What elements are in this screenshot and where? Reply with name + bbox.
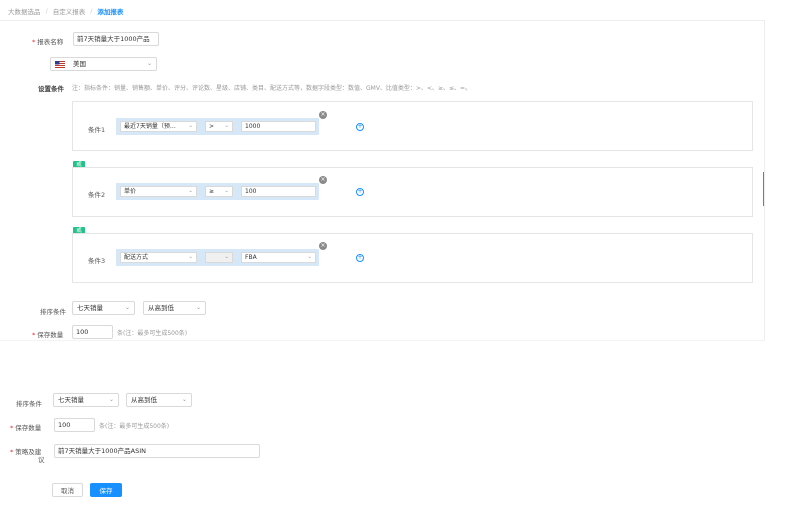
chevron-down-icon: ⌄ — [224, 123, 229, 129]
conditions-note: 注：指标条件：销量、销售额、单价、评分、评论数、星级、店铺、类目、配送方式等，数… — [72, 85, 472, 92]
lower-sort-order-select[interactable]: 从高到低 ⌄ — [126, 393, 192, 407]
marketplace-select[interactable]: 美国 ⌄ — [50, 57, 157, 71]
condition-2-operator-select[interactable]: ≥ ⌄ — [205, 186, 233, 197]
remove-condition-1-icon[interactable]: × — [319, 111, 327, 119]
save-count-note: 条(注：最多可生成500条) — [117, 330, 188, 337]
save-count-label: * 保存数量 — [32, 331, 64, 339]
breadcrumb-item-big-data[interactable]: 大数据选品 — [8, 6, 41, 16]
report-name-label: * 报表名称 — [32, 38, 64, 46]
condition-1-operator-select[interactable]: > ⌄ — [205, 121, 233, 132]
breadcrumb: 大数据选品 / 自定义报表 / 添加报表 — [8, 5, 123, 17]
breadcrumb-separator: / — [90, 7, 93, 15]
condition-2-label: 条件2 — [88, 191, 106, 199]
chevron-down-icon: ⌄ — [108, 396, 114, 403]
marketplace-value: 美国 — [73, 60, 86, 68]
breadcrumb-item-custom-report[interactable]: 自定义报表 — [53, 6, 86, 16]
chevron-down-icon: ⌄ — [181, 396, 187, 403]
breadcrumb-item-add-report: 添加报表 — [97, 8, 124, 16]
lower-sort-label: 排序条件 — [16, 400, 42, 408]
strategy-input[interactable]: 前7天销量大于1000产品ASIN — [54, 444, 260, 458]
scroll-indicator — [763, 172, 764, 206]
condition-3-label: 条件3 — [88, 257, 106, 265]
lower-save-count-label: * 保存数量 — [10, 424, 42, 432]
add-condition-icon[interactable]: + — [356, 188, 364, 196]
chevron-down-icon: ⌄ — [307, 254, 312, 260]
lower-save-count-note: 条(注：最多可生成500条) — [99, 423, 170, 430]
remove-condition-3-icon[interactable]: × — [319, 242, 327, 250]
strategy-label: * 策略及建 议 — [10, 448, 45, 464]
header-divider — [0, 20, 765, 21]
condition-1-field-select[interactable]: 最近7天销量（预… ⌄ — [120, 121, 197, 132]
report-name-input[interactable]: 前7天销量大于1000产品 — [73, 32, 159, 46]
save-count-input[interactable]: 100 — [72, 325, 113, 339]
remove-condition-2-icon[interactable]: × — [319, 176, 327, 184]
chevron-down-icon: ⌄ — [124, 304, 130, 311]
lower-sort-field-select[interactable]: 七天销量 ⌄ — [53, 393, 119, 407]
condition-2-field-select[interactable]: 单价 ⌄ — [120, 186, 197, 197]
condition-1-value-input[interactable]: 1000 — [241, 121, 316, 132]
condition-3-operator-select: ⌄ — [205, 252, 233, 263]
add-condition-icon[interactable]: + — [356, 254, 364, 262]
breadcrumb-separator: / — [45, 7, 48, 15]
us-flag-icon — [55, 60, 65, 68]
panel-border-right — [764, 20, 765, 340]
chevron-down-icon: ⌄ — [224, 254, 229, 260]
lower-save-count-input[interactable]: 100 — [54, 418, 95, 432]
sort-order-select[interactable]: 从高到低 ⌄ — [143, 301, 206, 315]
add-condition-icon[interactable]: + — [356, 123, 364, 131]
condition-3-value-select[interactable]: FBA ⌄ — [241, 252, 316, 263]
sort-label: 排序条件 — [40, 308, 66, 316]
panel-border-bottom — [0, 340, 765, 341]
condition-1-label: 条件1 — [88, 126, 106, 134]
chevron-down-icon: ⌄ — [146, 60, 152, 67]
chevron-down-icon: ⌄ — [195, 304, 201, 311]
save-button[interactable]: 保存 — [90, 483, 122, 497]
chevron-down-icon: ⌄ — [188, 188, 193, 194]
chevron-down-icon: ⌄ — [224, 188, 229, 194]
chevron-down-icon: ⌄ — [188, 123, 193, 129]
conditions-label: 设置条件 — [38, 85, 64, 93]
sort-field-select[interactable]: 七天销量 ⌄ — [72, 301, 135, 315]
chevron-down-icon: ⌄ — [188, 254, 193, 260]
cancel-button[interactable]: 取消 — [52, 483, 83, 497]
condition-2-value-input[interactable]: 100 — [241, 186, 316, 197]
condition-3-field-select[interactable]: 配送方式 ⌄ — [120, 252, 197, 263]
